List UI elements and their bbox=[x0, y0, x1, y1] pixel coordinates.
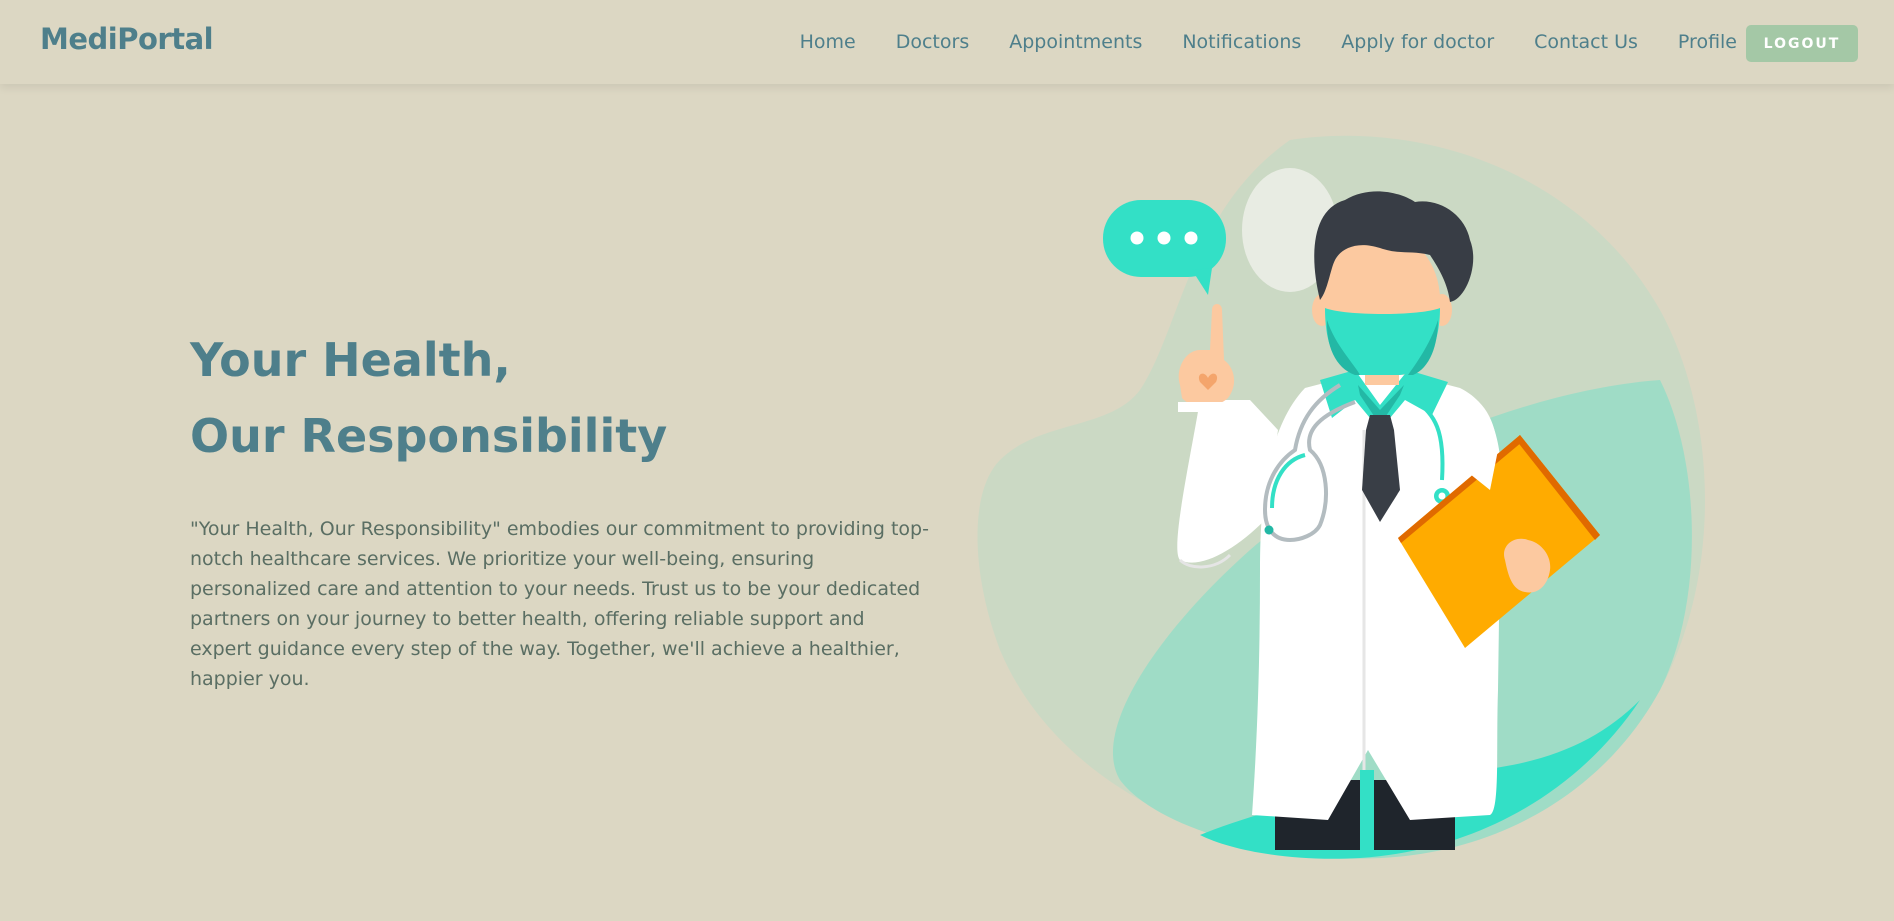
speech-bubble-icon bbox=[1103, 200, 1226, 295]
nav-link-apply-for-doctor[interactable]: Apply for doctor bbox=[1341, 31, 1494, 53]
hero-title-line-2: Our Responsibility bbox=[190, 409, 668, 463]
doctor-illustration bbox=[960, 130, 1720, 870]
nav-link-contact-us[interactable]: Contact Us bbox=[1534, 31, 1638, 53]
nav-links: Home Doctors Appointments Notifications … bbox=[800, 0, 1737, 84]
hero-title-line-1: Your Health, bbox=[190, 333, 511, 387]
brand-logo[interactable]: MediPortal bbox=[40, 22, 214, 56]
hero-section: Your Health, Our Responsibility "Your He… bbox=[190, 322, 930, 713]
logout-button[interactable]: LOGOUT bbox=[1746, 25, 1858, 62]
hero-title: Your Health, Our Responsibility bbox=[190, 322, 930, 474]
doctor-illustration-svg bbox=[977, 135, 1705, 859]
nav-link-notifications[interactable]: Notifications bbox=[1182, 31, 1301, 53]
nav-link-home[interactable]: Home bbox=[800, 31, 856, 53]
doctor-pants-center bbox=[1360, 770, 1374, 855]
hero-description: "Your Health, Our Responsibility" embodi… bbox=[190, 518, 929, 690]
navbar: MediPortal Home Doctors Appointments Not… bbox=[0, 0, 1894, 84]
nav-link-profile[interactable]: Profile bbox=[1678, 31, 1737, 53]
nav-link-appointments[interactable]: Appointments bbox=[1009, 31, 1142, 53]
nav-link-doctors[interactable]: Doctors bbox=[896, 31, 970, 53]
